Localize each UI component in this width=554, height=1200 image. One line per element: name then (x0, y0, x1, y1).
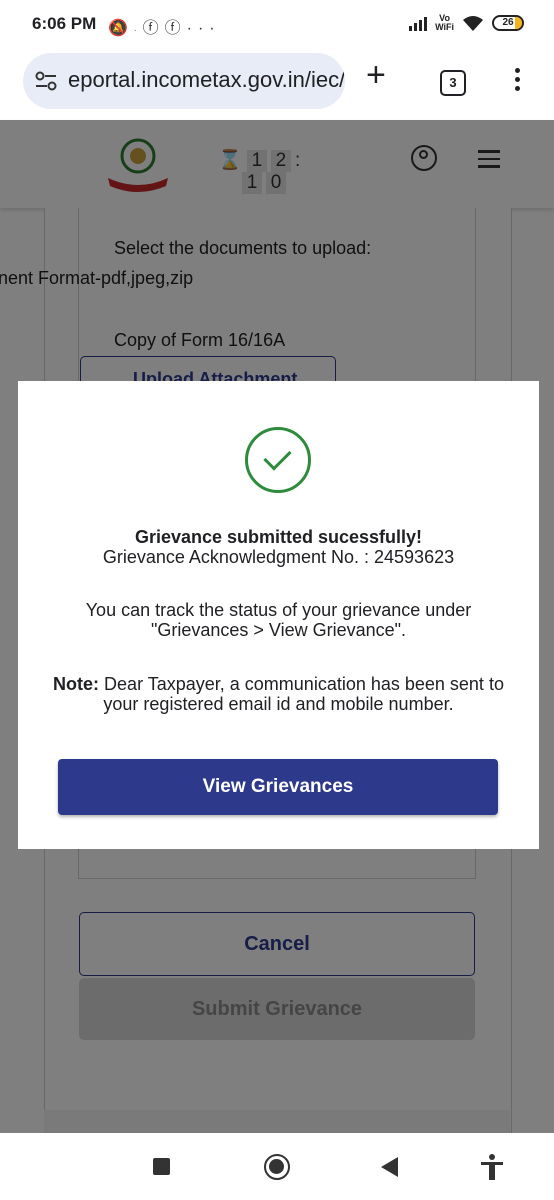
note-label: Note: (53, 674, 100, 694)
facebook-icon: ⓕ (142, 20, 165, 37)
signal-icon (409, 15, 428, 31)
dialog-title: Grievance submitted sucessfully! (134, 527, 423, 547)
url-text[interactable]: eportal.incometax.gov.in/iec/ (68, 67, 345, 93)
check-circle-icon (245, 427, 311, 493)
accessibility-icon[interactable] (479, 1153, 505, 1181)
recents-icon[interactable] (153, 1158, 170, 1175)
status-bar: 6:06 PM 🔕·ⓕⓕ··· Vo WiFi 26 (0, 0, 554, 48)
system-nav-bar (0, 1133, 554, 1200)
notification-icons: 🔕·ⓕⓕ··· (108, 14, 221, 38)
status-time: 6:06 PM (32, 14, 97, 33)
facebook-icon: ⓕ (164, 20, 187, 37)
more-menu-icon[interactable] (515, 68, 521, 95)
network-icon: · (133, 26, 143, 35)
acknowledgment-number: Grievance Acknowledgment No. : 24593623 (102, 547, 455, 567)
vowifi-icon: Vo WiFi (435, 13, 454, 32)
note-body: Dear Taxpayer, a communication has been … (99, 674, 504, 714)
battery-icon: 26 (492, 15, 524, 31)
new-tab-icon[interactable]: + (366, 58, 386, 92)
site-settings-icon[interactable] (35, 71, 57, 91)
wifi-icon (463, 16, 483, 31)
tab-count-button[interactable]: 3 (440, 70, 466, 96)
more-icon: ··· (186, 20, 221, 37)
success-dialog: Grievance submitted sucessfully! Grievan… (18, 381, 539, 849)
back-icon[interactable] (381, 1157, 398, 1177)
note-text: Note: Dear Taxpayer, a communication has… (38, 674, 519, 714)
address-bar[interactable]: eportal.incometax.gov.in/iec/ (23, 53, 345, 109)
bell-off-icon: 🔕 (108, 20, 134, 37)
track-status-text: You can track the status of your grievan… (85, 600, 472, 640)
browser-toolbar: eportal.incometax.gov.in/iec/ (0, 48, 554, 120)
home-icon[interactable] (264, 1154, 290, 1180)
view-grievances-button[interactable]: View Grievances (58, 759, 498, 815)
